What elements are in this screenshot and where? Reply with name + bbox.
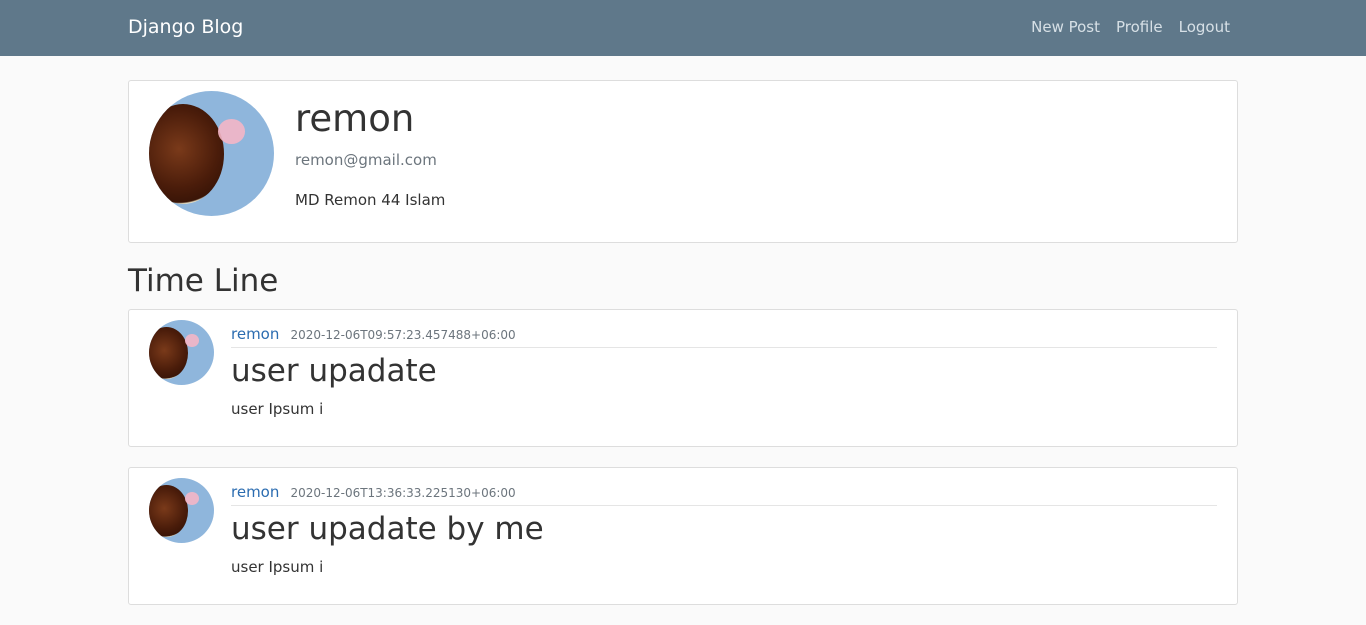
avatar-food-image: [149, 326, 188, 379]
profile-card: remon remon@gmail.com MD Remon 44 Islam: [128, 80, 1238, 243]
nav-new-post-link[interactable]: New Post: [1031, 18, 1100, 36]
post-card: remon 2020-12-06T09:57:23.457488+06:00 u…: [128, 309, 1238, 447]
post-date: 2020-12-06T13:36:33.225130+06:00: [290, 486, 516, 500]
post-author-avatar: [149, 320, 214, 385]
navbar: Django Blog New Post Profile Logout: [0, 0, 1366, 56]
post-meta: remon 2020-12-06T13:36:33.225130+06:00: [231, 482, 1217, 506]
post-content: user Ipsum i: [231, 558, 324, 576]
avatar-decoration: [184, 492, 200, 506]
profile-email: remon@gmail.com: [295, 151, 437, 169]
avatar-food-image: [149, 484, 188, 537]
avatar-food-image: [149, 103, 224, 204]
post-meta: remon 2020-12-06T09:57:23.457488+06:00: [231, 324, 1217, 348]
post-author-avatar: [149, 478, 214, 543]
post-title[interactable]: user upadate by me: [231, 511, 544, 547]
brand-link[interactable]: Django Blog: [128, 16, 243, 38]
post-author-link[interactable]: remon: [231, 483, 279, 501]
post-author-link[interactable]: remon: [231, 325, 279, 343]
profile-avatar: [149, 91, 274, 216]
post-card: remon 2020-12-06T13:36:33.225130+06:00 u…: [128, 467, 1238, 605]
nav-logout-link[interactable]: Logout: [1179, 18, 1230, 36]
profile-bio: MD Remon 44 Islam: [295, 191, 446, 209]
timeline-title: Time Line: [128, 263, 279, 299]
nav-profile-link[interactable]: Profile: [1116, 18, 1163, 36]
nav-links: New Post Profile Logout: [1031, 18, 1230, 36]
main-container: remon remon@gmail.com MD Remon 44 Islam …: [128, 80, 1238, 605]
avatar-decoration: [184, 334, 200, 348]
post-content: user Ipsum i: [231, 400, 324, 418]
post-title[interactable]: user upadate: [231, 353, 437, 389]
avatar-decoration: [217, 118, 246, 144]
post-date: 2020-12-06T09:57:23.457488+06:00: [290, 328, 516, 342]
profile-username: remon: [295, 97, 415, 140]
